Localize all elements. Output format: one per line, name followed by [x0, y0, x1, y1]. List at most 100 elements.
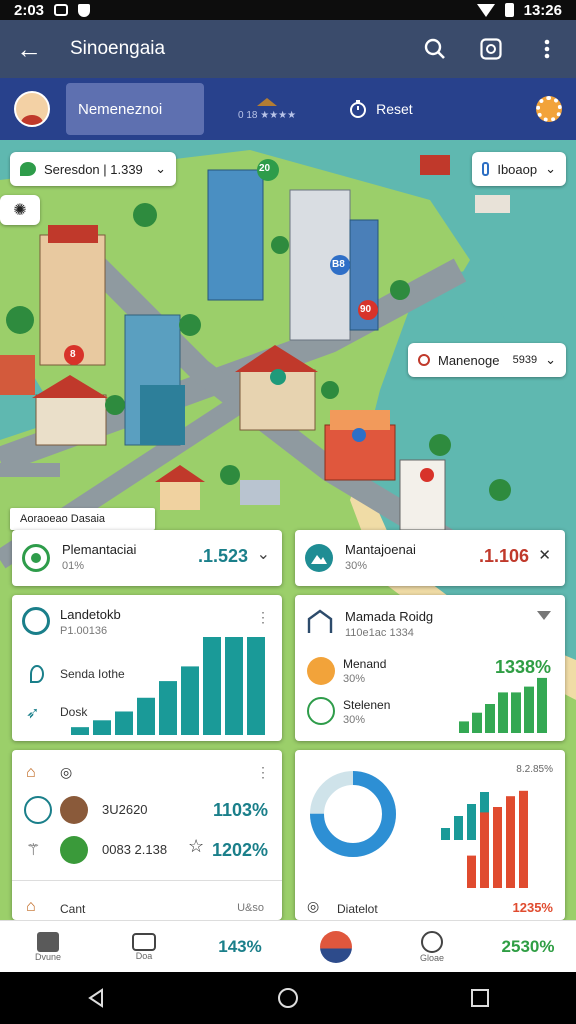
more-vert-icon[interactable]: ⋮ [256, 609, 270, 626]
stat-card-1[interactable]: Plemantaciai 01% .1.523 ⌄ [12, 530, 282, 586]
home-icon [307, 609, 333, 633]
card-subtitle: 110e1ac 1334 [345, 627, 414, 639]
footer-label: Cant [60, 902, 86, 916]
row-title: Stelenen [343, 698, 391, 712]
more-vert-icon[interactable] [534, 36, 560, 62]
cards-section-header: Aoraoeao Dasaia [10, 508, 155, 530]
cards-section-title: Aoraoeao Dasaia [20, 513, 106, 525]
reset-label: Reset [376, 101, 413, 117]
mountain-icon [305, 544, 333, 572]
row-subtitle: 30% [343, 673, 366, 685]
home-icon[interactable] [277, 987, 299, 1009]
nav-item-home[interactable] [288, 930, 384, 963]
bar [498, 692, 508, 733]
tree-icon [60, 836, 88, 864]
profile-icon [421, 930, 443, 953]
timer-icon [350, 100, 367, 118]
leaf-icon [22, 544, 50, 572]
stat-card-3[interactable]: Landetokb P1.00136 ⋮ Senda Iothe ➶ Dosk [12, 595, 282, 741]
row-value: 1202% [211, 840, 268, 860]
wifi-icon [476, 3, 495, 17]
timer-icon [418, 354, 430, 366]
settings-icon[interactable] [536, 96, 562, 122]
row-value: 1103% [212, 800, 268, 820]
map-pin-label: 20 [259, 163, 271, 174]
divider [12, 880, 282, 881]
stat-card-5[interactable]: ⌂ ◎ ⋮ 3U2620 1103% ⚚ 0083 2.138 ☆ 1202% … [12, 750, 282, 920]
more-vert-icon[interactable]: ⋮ [256, 764, 270, 781]
nav-item-dvune[interactable]: Dvune [0, 931, 96, 962]
recenter-button[interactable]: ✺ [0, 195, 40, 225]
bar [467, 804, 476, 840]
location-filter-label: Seresdon | 1.339 [44, 161, 143, 177]
bar [137, 697, 155, 735]
city-icon [320, 930, 352, 963]
bar [115, 711, 133, 735]
stat-card-6[interactable]: 8.2.85% ◎ Diatelot 1235% [295, 750, 565, 920]
star-icon[interactable]: ☆ [188, 836, 204, 857]
app-title: Sinoengaia [70, 38, 166, 59]
bar [506, 796, 515, 888]
stat-card-2[interactable]: Mantajoenai 30% .1.106 ✕ [295, 530, 565, 586]
back-arrow-icon[interactable]: ← [16, 34, 48, 65]
pin-icon [30, 665, 44, 683]
nav-item-gloae[interactable]: Gloae [384, 930, 480, 963]
map-pin-icon [257, 97, 278, 106]
bar [181, 666, 199, 735]
search-icon[interactable] [422, 36, 448, 62]
bar [485, 704, 495, 733]
layer-filter-chip[interactable]: Iboaop ⌄ [472, 152, 566, 186]
coin-icon [307, 657, 335, 685]
layer-icon [482, 162, 490, 176]
layer-filter-label: Iboaop [497, 161, 538, 177]
nav-value: 143% [218, 936, 262, 956]
app-bar: ← Sinoengaia [0, 20, 576, 78]
bar [441, 828, 450, 840]
bar [459, 721, 469, 733]
card-title: Mantajoenai [345, 542, 416, 557]
chart-value: 8.2.85% [516, 764, 553, 775]
bar [467, 855, 476, 888]
callout-label: Manenoge [438, 352, 500, 368]
recents-icon[interactable] [470, 988, 490, 1008]
nav-item-doa[interactable]: Doa [96, 932, 192, 961]
map-pin-label: B8 [332, 259, 345, 270]
bot-icon [132, 932, 156, 951]
pin-icon [24, 796, 52, 824]
camera-icon[interactable] [478, 36, 504, 62]
row-subtitle: 30% [343, 714, 366, 726]
card-value: .1.523 [197, 546, 248, 566]
nav-item-stat-2[interactable]: 2530% [480, 937, 576, 957]
avatar[interactable] [14, 91, 50, 127]
card-title: Plemantaciai [62, 542, 137, 557]
chevron-down-icon[interactable]: ⌄ [257, 544, 270, 564]
card-subtitle: 30% [345, 560, 368, 572]
row-title: Menand [343, 657, 387, 671]
globe-icon [22, 607, 50, 635]
avatar-icon [60, 796, 88, 824]
bar-chart [459, 677, 547, 733]
close-icon[interactable]: ✕ [538, 546, 551, 564]
footer-value: 1235% [512, 900, 553, 915]
bar [159, 681, 177, 735]
rating-text: 0 18 ★★★★ [238, 109, 297, 121]
leaf-icon [20, 162, 36, 176]
map-callout[interactable]: Manenoge 5939 ⌄ [408, 343, 566, 377]
settings-icon: ✺ [13, 202, 27, 219]
stat-card-4[interactable]: Mamada Roidg 110e1ac 1334 Menand 30% Ste… [295, 595, 565, 741]
back-icon[interactable] [86, 988, 106, 1008]
nav-item-stat[interactable]: 143% [192, 937, 288, 957]
bar-chart [71, 637, 265, 735]
reset-button[interactable]: Reset [348, 99, 413, 119]
map-pin-label: 8 [70, 349, 76, 360]
card-title: Mamada Roidg [345, 609, 434, 624]
bar [225, 637, 243, 735]
city-map[interactable]: 20 B8 90 8 Seresdon | 1.339 ⌄ Iboaop ⌄ ✺… [0, 140, 576, 920]
row-text: 3U2620 [102, 802, 148, 817]
footer-value: U&so [237, 902, 264, 914]
bar [537, 677, 547, 733]
dropdown-icon[interactable] [537, 611, 551, 620]
tab-selected[interactable]: Nemeneznoi [66, 83, 204, 135]
location-filter-chip[interactable]: Seresdon | 1.339 ⌄ [10, 152, 176, 186]
chevron-down-icon: ⌄ [545, 352, 556, 367]
